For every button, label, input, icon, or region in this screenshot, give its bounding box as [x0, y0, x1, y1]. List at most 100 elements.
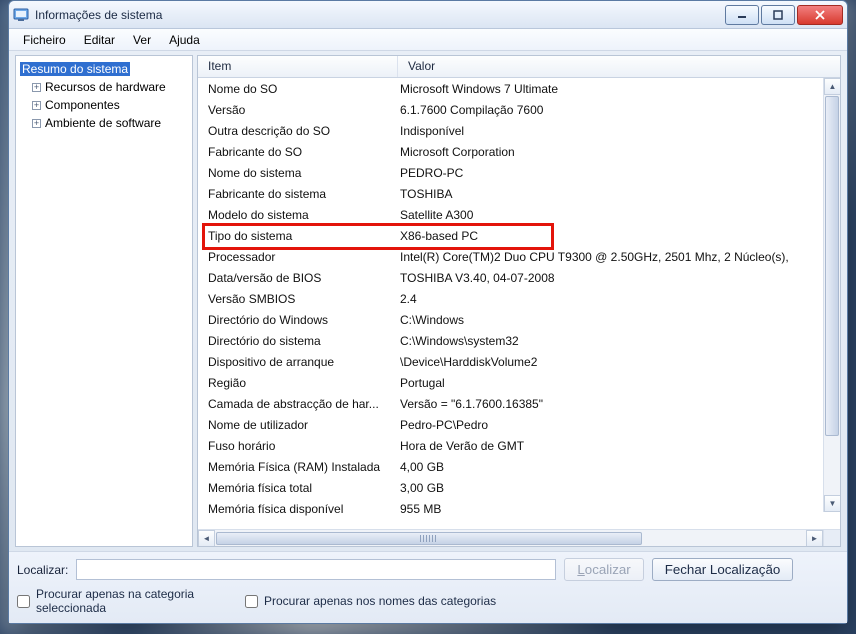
- minimize-button[interactable]: [725, 5, 759, 25]
- cell-value: 2.4: [398, 292, 840, 306]
- check-label: Procurar apenas nos nomes das categorias: [264, 594, 496, 608]
- tree-label: Ambiente de software: [45, 116, 161, 130]
- horizontal-scrollbar[interactable]: ◄ ►: [198, 529, 840, 546]
- cell-value: 955 MB: [398, 502, 840, 516]
- column-value[interactable]: Valor: [398, 56, 840, 77]
- checkbox[interactable]: [245, 595, 258, 608]
- check-selected-category[interactable]: Procurar apenas na categoria seleccionad…: [17, 587, 217, 615]
- tree-node-software-environment[interactable]: + Ambiente de software: [18, 114, 190, 132]
- cell-value: 4,00 GB: [398, 460, 840, 474]
- cell-item: Directório do sistema: [198, 334, 398, 348]
- window-title: Informações de sistema: [35, 8, 162, 22]
- column-headers: Item Valor: [198, 56, 840, 78]
- checkbox[interactable]: [17, 595, 30, 608]
- table-row[interactable]: RegiãoPortugal: [198, 372, 840, 393]
- details-list[interactable]: Item Valor Nome do SOMicrosoft Windows 7…: [197, 55, 841, 547]
- cell-value: Versão = "6.1.7600.16385": [398, 397, 840, 411]
- scroll-up-button[interactable]: ▲: [824, 78, 840, 95]
- cell-item: Memória física disponível: [198, 502, 398, 516]
- tree-label: Componentes: [45, 98, 120, 112]
- table-row[interactable]: Fuso horárioHora de Verão de GMT: [198, 435, 840, 456]
- table-row[interactable]: Tipo do sistemaX86-based PC: [198, 225, 840, 246]
- tree-panel[interactable]: Resumo do sistema + Recursos de hardware…: [15, 55, 193, 547]
- menubar: Ficheiro Editar Ver Ajuda: [9, 29, 847, 51]
- table-row[interactable]: Nome do sistemaPEDRO-PC: [198, 162, 840, 183]
- titlebar[interactable]: Informações de sistema: [9, 1, 847, 29]
- tree-node-hardware-resources[interactable]: + Recursos de hardware: [18, 78, 190, 96]
- tree-root-system-summary[interactable]: Resumo do sistema: [18, 60, 190, 78]
- close-button[interactable]: [797, 5, 843, 25]
- scrollbar-corner: [823, 530, 840, 546]
- table-row[interactable]: Memória física disponível955 MB: [198, 498, 840, 519]
- tree-label: Recursos de hardware: [45, 80, 166, 94]
- menu-help[interactable]: Ajuda: [161, 31, 208, 49]
- cell-item: Nome do SO: [198, 82, 398, 96]
- cell-value: Portugal: [398, 376, 840, 390]
- minimize-icon: [737, 10, 747, 20]
- cell-item: Camada de abstracção de har...: [198, 397, 398, 411]
- cell-item: Directório do Windows: [198, 313, 398, 327]
- cell-value: Intel(R) Core(TM)2 Duo CPU T9300 @ 2.50G…: [398, 250, 840, 264]
- cell-value: TOSHIBA: [398, 187, 840, 201]
- scroll-down-button[interactable]: ▼: [824, 495, 840, 512]
- close-find-button[interactable]: Fechar Localização: [652, 558, 794, 581]
- cell-value: PEDRO-PC: [398, 166, 840, 180]
- table-row[interactable]: Nome do SOMicrosoft Windows 7 Ultimate: [198, 78, 840, 99]
- cell-value: Hora de Verão de GMT: [398, 439, 840, 453]
- table-row[interactable]: Directório do sistemaC:\Windows\system32: [198, 330, 840, 351]
- find-button[interactable]: Localizar: [564, 558, 643, 581]
- cell-value: Pedro-PC\Pedro: [398, 418, 840, 432]
- table-row[interactable]: Outra descrição do SOIndisponível: [198, 120, 840, 141]
- table-row[interactable]: Versão6.1.7600 Compilação 7600: [198, 99, 840, 120]
- cell-item: Data/versão de BIOS: [198, 271, 398, 285]
- maximize-icon: [773, 10, 783, 20]
- menu-view[interactable]: Ver: [125, 31, 159, 49]
- app-icon: [13, 7, 29, 23]
- table-row[interactable]: Data/versão de BIOSTOSHIBA V3.40, 04-07-…: [198, 267, 840, 288]
- expand-icon[interactable]: +: [32, 101, 41, 110]
- maximize-button[interactable]: [761, 5, 795, 25]
- find-input[interactable]: [76, 559, 556, 580]
- table-row[interactable]: Fabricante do sistemaTOSHIBA: [198, 183, 840, 204]
- table-row[interactable]: Dispositivo de arranque\Device\HarddiskV…: [198, 351, 840, 372]
- cell-value: Microsoft Corporation: [398, 145, 840, 159]
- cell-item: Versão SMBIOS: [198, 292, 398, 306]
- cell-value: X86-based PC: [398, 229, 840, 243]
- cell-item: Modelo do sistema: [198, 208, 398, 222]
- msinfo-window: Informações de sistema Ficheiro Editar V…: [8, 0, 848, 624]
- cell-value: 6.1.7600 Compilação 7600: [398, 103, 840, 117]
- menu-edit[interactable]: Editar: [76, 31, 123, 49]
- table-row[interactable]: Modelo do sistemaSatellite A300: [198, 204, 840, 225]
- grip-icon: [420, 535, 438, 542]
- cell-value: TOSHIBA V3.40, 04-07-2008: [398, 271, 840, 285]
- cell-item: Nome do sistema: [198, 166, 398, 180]
- table-row[interactable]: Fabricante do SOMicrosoft Corporation: [198, 141, 840, 162]
- table-row[interactable]: Nome de utilizadorPedro-PC\Pedro: [198, 414, 840, 435]
- table-row[interactable]: Versão SMBIOS2.4: [198, 288, 840, 309]
- cell-value: \Device\HarddiskVolume2: [398, 355, 840, 369]
- cell-item: Outra descrição do SO: [198, 124, 398, 138]
- cell-item: Fuso horário: [198, 439, 398, 453]
- expand-icon[interactable]: +: [32, 83, 41, 92]
- tree-node-components[interactable]: + Componentes: [18, 96, 190, 114]
- check-category-names-only[interactable]: Procurar apenas nos nomes das categorias: [245, 594, 496, 608]
- scroll-left-button[interactable]: ◄: [198, 530, 215, 547]
- menu-file[interactable]: Ficheiro: [15, 31, 74, 49]
- table-row[interactable]: Memória física total3,00 GB: [198, 477, 840, 498]
- scroll-thumb[interactable]: [216, 532, 642, 545]
- cell-item: Processador: [198, 250, 398, 264]
- table-row[interactable]: Directório do WindowsC:\Windows: [198, 309, 840, 330]
- expand-icon[interactable]: +: [32, 119, 41, 128]
- vertical-scrollbar[interactable]: ▲ ▼: [823, 78, 840, 512]
- table-row[interactable]: Memória Física (RAM) Instalada4,00 GB: [198, 456, 840, 477]
- scroll-thumb[interactable]: [825, 96, 839, 436]
- cell-item: Região: [198, 376, 398, 390]
- scroll-right-button[interactable]: ►: [806, 530, 823, 547]
- cell-item: Memória Física (RAM) Instalada: [198, 460, 398, 474]
- cell-item: Fabricante do SO: [198, 145, 398, 159]
- table-row[interactable]: Camada de abstracção de har...Versão = "…: [198, 393, 840, 414]
- column-item[interactable]: Item: [198, 56, 398, 77]
- cell-item: Dispositivo de arranque: [198, 355, 398, 369]
- table-row[interactable]: ProcessadorIntel(R) Core(TM)2 Duo CPU T9…: [198, 246, 840, 267]
- cell-item: Fabricante do sistema: [198, 187, 398, 201]
